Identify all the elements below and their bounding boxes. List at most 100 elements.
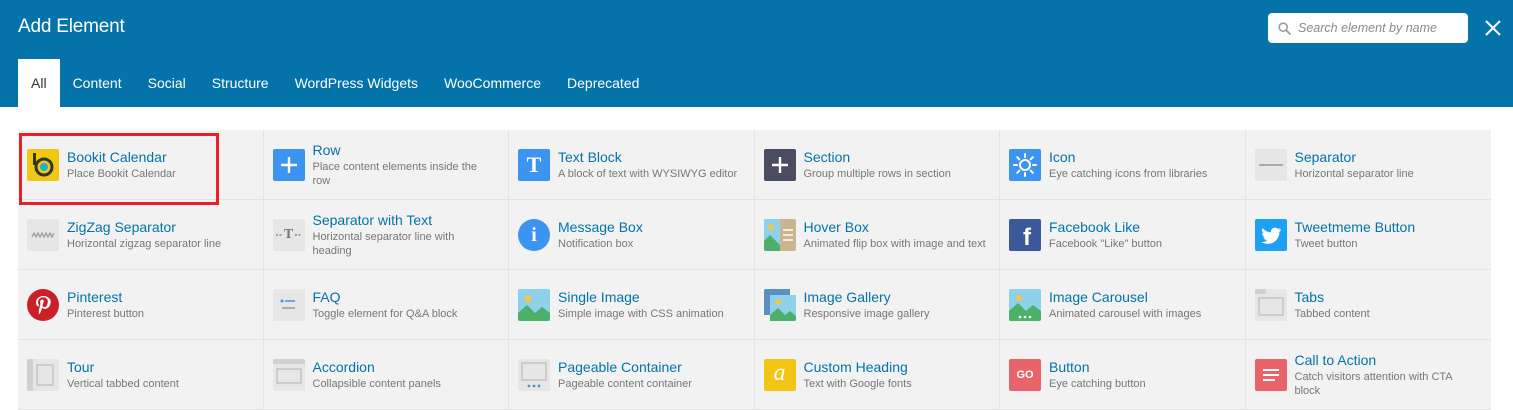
element-custom-heading[interactable]: a Custom Heading Text with Google fonts [754,340,1000,410]
element-desc: Place Bookit Calendar [67,167,176,180]
sun-icon [1009,149,1041,181]
tab-content[interactable]: Content [60,59,135,107]
search-icon [1278,21,1291,35]
tab-woocommerce[interactable]: WooCommerce [431,59,554,107]
twitter-icon [1254,219,1287,251]
element-name: Single Image [558,288,640,305]
element-tour[interactable]: Tour Vertical tabbed content [18,340,264,410]
search-input[interactable] [1298,21,1458,35]
search-box[interactable] [1268,13,1468,43]
element-text-block[interactable]: T Text Block A block of text with WYSIWY… [509,130,755,200]
element-call-to-action[interactable]: Call to Action Catch visitors attention … [1245,340,1491,410]
element-name: FAQ [312,288,341,305]
element-desc: Horizontal separator line with heading [312,230,455,257]
gallery-icon [763,289,796,321]
element-separator-with-text[interactable]: T Separator with Text Horizontal separat… [263,200,509,270]
element-name: Call to Action [1294,351,1377,368]
element-desc: Simple image with CSS animation [558,307,724,320]
cta-icon [1254,359,1287,391]
tab-social[interactable]: Social [135,59,199,107]
carousel-icon [1009,289,1041,321]
element-name: Tour [67,358,95,375]
element-desc: Group multiple rows in section [803,167,951,180]
close-icon[interactable] [1482,17,1504,39]
element-name: Image Carousel [1049,288,1148,305]
element-name: Bookit Calendar [67,148,167,165]
text-t-icon: T [518,149,550,181]
element-name: ZigZag Separator [67,218,176,235]
element-bookit-calendar[interactable]: Bookit Calendar Place Bookit Calendar [18,130,264,200]
element-name: Section [803,148,851,165]
tab-deprecated[interactable]: Deprecated [554,59,652,107]
element-single-image[interactable]: Single Image Simple image with CSS anima… [509,270,755,340]
accordion-icon [272,359,305,391]
element-button[interactable]: GO Button Eye catching button [1000,340,1246,410]
element-name: Image Gallery [803,288,891,305]
element-desc: Facebook "Like" button [1049,237,1162,250]
element-name: Separator [1294,148,1356,165]
element-name: Tabs [1294,288,1325,305]
element-tweetmeme-button[interactable]: Tweetmeme Button Tweet button [1245,200,1491,270]
element-desc: Notification box [558,237,634,250]
element-desc: Animated carousel with images [1049,307,1202,320]
element-name: Row [312,141,341,158]
element-name: Tweetmeme Button [1294,218,1416,235]
tab-wordpress-widgets[interactable]: WordPress Widgets [282,59,431,107]
element-desc: Collapsible content panels [312,377,441,390]
hover-box-icon [763,219,796,251]
element-desc: Tweet button [1294,237,1358,250]
facebook-icon: f [1009,219,1041,251]
element-zigzag-separator[interactable]: ZigZag Separator Horizontal zigzag separ… [18,200,264,270]
element-name: Pinterest [67,288,123,305]
element-name: Message Box [558,218,643,235]
faq-icon [272,289,305,321]
separator-icon [1254,149,1287,181]
element-name: Text Block [558,148,622,165]
go-button-icon: GO [1009,359,1041,391]
element-row[interactable]: Row Place content elements inside the ro… [263,130,509,200]
element-desc: Text with Google fonts [803,377,912,390]
element-name: Custom Heading [803,358,908,375]
element-desc: Toggle element for Q&A block [312,307,458,320]
info-icon: i [518,219,550,251]
element-message-box[interactable]: i Message Box Notification box [509,200,755,270]
element-desc: Pinterest button [67,307,145,320]
element-accordion[interactable]: Accordion Collapsible content panels [263,340,509,410]
element-desc: A block of text with WYSIWYG editor [558,167,738,180]
element-desc: Horizontal zigzag separator line [67,237,222,250]
element-section[interactable]: Section Group multiple rows in section [754,130,1000,200]
element-image-carousel[interactable]: Image Carousel Animated carousel with im… [1000,270,1246,340]
element-facebook-like[interactable]: f Facebook Like Facebook "Like" button [1000,200,1246,270]
separator-text-icon: T [272,219,305,251]
element-name: Separator with Text [312,211,433,228]
pinterest-icon [27,289,59,321]
elements-grid: Bookit Calendar Place Bookit Calendar Ro… [18,130,1491,410]
element-image-gallery[interactable]: Image Gallery Responsive image gallery [754,270,1000,340]
tab-all[interactable]: All [18,59,60,107]
element-pinterest[interactable]: Pinterest Pinterest button [18,270,264,340]
plus-icon [272,149,305,181]
element-name: Button [1049,358,1090,375]
element-faq[interactable]: FAQ Toggle element for Q&A block [263,270,509,340]
tab-structure[interactable]: Structure [199,59,282,107]
element-desc: Vertical tabbed content [67,377,179,390]
element-name: Pageable Container [558,358,682,375]
modal-title: Add Element [18,16,125,37]
element-pageable-container[interactable]: Pageable Container Pageable content cont… [509,340,755,410]
tour-icon [27,359,59,391]
element-desc: Eye catching button [1049,377,1146,390]
element-name: Accordion [312,358,375,375]
plus-icon [763,149,796,181]
pageable-icon [518,359,550,391]
element-icon[interactable]: Icon Eye catching icons from libraries [1000,130,1246,200]
modal-header: Add Element All Content Social Structure… [0,0,1513,107]
element-tabs[interactable]: Tabs Tabbed content [1245,270,1491,340]
element-desc: Place content elements inside the row [312,160,478,187]
element-name: Icon [1049,148,1076,165]
element-separator[interactable]: Separator Horizontal separator line [1245,130,1491,200]
element-desc: Responsive image gallery [803,307,930,320]
zigzag-icon [27,219,59,251]
element-hover-box[interactable]: Hover Box Animated flip box with image a… [754,200,1000,270]
category-tabs: All Content Social Structure WordPress W… [18,59,652,107]
image-icon [518,289,550,321]
